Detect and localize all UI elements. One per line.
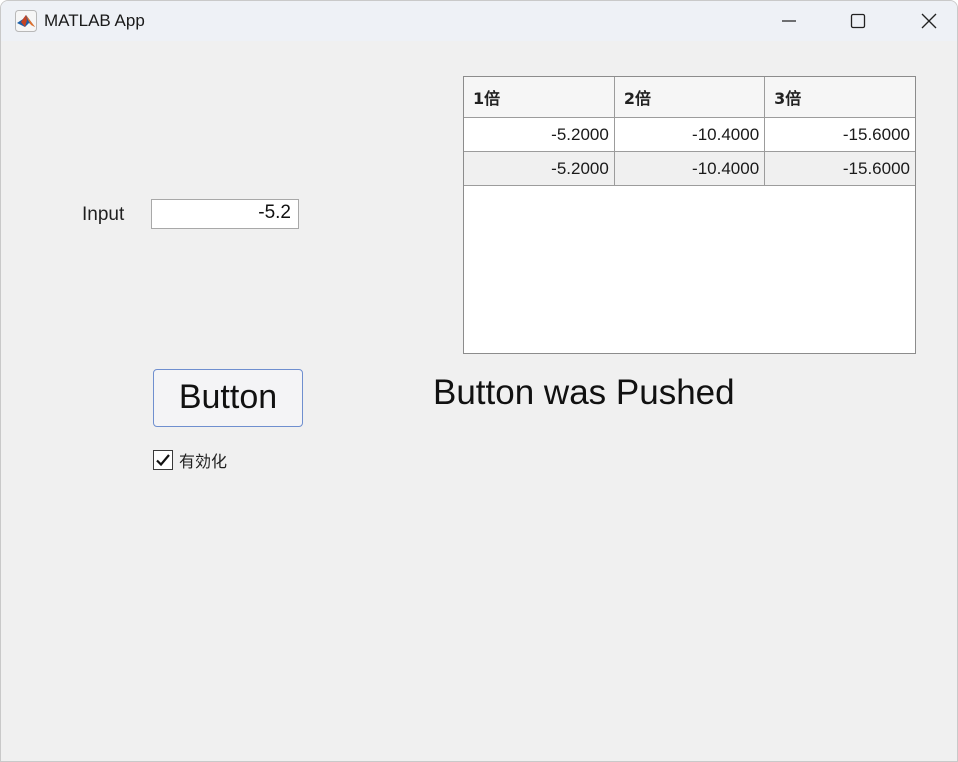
checkmark-icon <box>156 454 170 467</box>
table-cell[interactable]: -5.2000 <box>464 151 615 186</box>
app-window: MATLAB App Input Button <box>0 0 958 762</box>
enable-checkbox[interactable]: 有効化 <box>153 449 227 471</box>
matlab-membrane-icon <box>15 10 37 32</box>
maximize-icon <box>850 13 866 29</box>
input-label: Input <box>82 204 125 225</box>
close-icon <box>921 13 937 29</box>
window-title: MATLAB App <box>44 11 145 30</box>
table-cell[interactable]: -15.6000 <box>764 117 915 152</box>
table-cell[interactable]: -15.6000 <box>764 151 915 186</box>
push-button[interactable]: Button <box>153 369 303 427</box>
table-cell[interactable]: -5.2000 <box>464 117 615 152</box>
status-label: Button was Pushed <box>433 373 735 412</box>
minimize-button[interactable] <box>766 1 812 41</box>
input-field[interactable] <box>151 199 299 229</box>
data-table[interactable]: 1倍 2倍 3倍 -5.2000 -10.4000 -15.6000 -5.20… <box>463 76 916 354</box>
column-header[interactable]: 2倍 <box>614 77 766 118</box>
checkbox-box[interactable] <box>153 450 173 470</box>
table-cell[interactable]: -10.4000 <box>614 117 766 152</box>
maximize-button[interactable] <box>835 1 881 41</box>
checkbox-label: 有効化 <box>179 452 228 471</box>
title-bar[interactable]: MATLAB App <box>1 1 957 41</box>
column-header[interactable]: 1倍 <box>464 77 615 118</box>
table-header-row: 1倍 2倍 3倍 <box>464 77 915 118</box>
table-row: -5.2000 -10.4000 -15.6000 <box>464 151 915 186</box>
table-row: -5.2000 -10.4000 -15.6000 <box>464 117 915 152</box>
minimize-icon <box>782 20 796 22</box>
column-header[interactable]: 3倍 <box>764 77 915 118</box>
table-cell[interactable]: -10.4000 <box>614 151 766 186</box>
app-canvas: Input Button 有効化 Button was Pushed 1倍 2倍… <box>1 41 957 761</box>
close-button[interactable] <box>906 1 952 41</box>
